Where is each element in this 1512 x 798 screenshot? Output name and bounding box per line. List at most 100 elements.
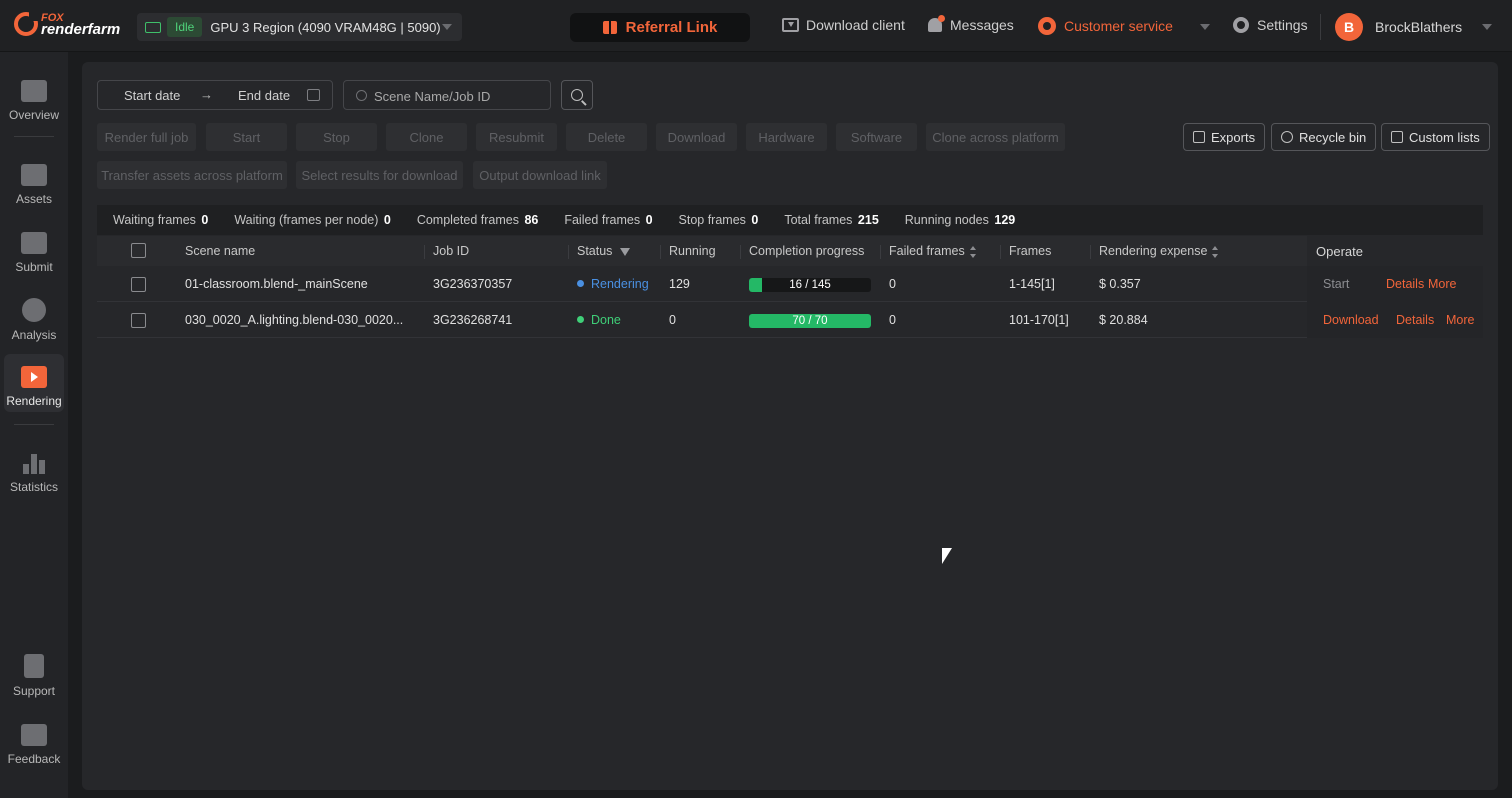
col-failed-frames[interactable]: Failed frames <box>889 244 977 258</box>
start-date[interactable]: Start date <box>124 88 180 103</box>
clone-button[interactable]: Clone <box>386 123 467 151</box>
progress-text: 70 / 70 <box>792 315 828 327</box>
play-icon <box>21 366 47 388</box>
gift-icon <box>602 21 617 34</box>
top-bar: FOX renderfarm Idle GPU 3 Region (4090 V… <box>0 0 1512 52</box>
col-divider <box>660 245 661 259</box>
headset-icon <box>1038 17 1056 35</box>
delete-button[interactable]: Delete <box>566 123 647 151</box>
hardware-button[interactable]: Hardware <box>746 123 827 151</box>
select-results-button[interactable]: Select results for download <box>296 161 463 189</box>
folder-icon <box>21 164 47 186</box>
operate-header: Operate <box>1307 236 1483 266</box>
recycle-bin-button[interactable]: Recycle bin <box>1271 123 1377 151</box>
col-divider <box>424 245 425 259</box>
running-count: 0 <box>669 313 676 327</box>
sidebar-item-support[interactable]: Support <box>4 646 64 702</box>
col-divider <box>1000 245 1001 259</box>
bar-chart-icon <box>21 452 47 474</box>
search-box[interactable] <box>343 80 551 110</box>
col-divider <box>1090 245 1091 259</box>
progress-bar: 16 / 145 <box>749 278 871 292</box>
region-selector[interactable]: Idle GPU 3 Region (4090 VRAM48G | 5090) <box>137 13 462 41</box>
search-input[interactable] <box>374 87 544 105</box>
table-header: Scene name Job ID Status Running Complet… <box>97 236 1483 266</box>
date-range-picker[interactable]: Start date → End date <box>97 80 333 110</box>
calendar-icon <box>307 89 320 101</box>
sidebar-item-statistics[interactable]: Statistics <box>4 442 64 498</box>
settings-link[interactable]: Settings <box>1233 17 1308 33</box>
divider <box>1320 14 1321 40</box>
user-menu-chevron-icon[interactable] <box>1482 24 1492 30</box>
chevron-down-icon <box>442 24 452 30</box>
custom-lists-button[interactable]: Custom lists <box>1381 123 1490 151</box>
settings-label: Settings <box>1257 17 1308 33</box>
exports-button[interactable]: Exports <box>1183 123 1266 151</box>
start-link[interactable]: Start <box>1323 277 1349 291</box>
transfer-assets-button[interactable]: Transfer assets across platform <box>97 161 287 189</box>
sidebar-item-submit[interactable]: Submit <box>4 222 64 278</box>
customer-service-label: Customer service <box>1064 18 1173 34</box>
table-row[interactable]: 030_0020_A.lighting.blend-030_0020... 3G… <box>97 302 1483 338</box>
stat-stop-frames: Stop frames 0 <box>678 213 759 227</box>
referral-link-button[interactable]: Referral Link <box>570 13 750 42</box>
output-download-link-button[interactable]: Output download link <box>473 161 607 189</box>
download-link[interactable]: Download <box>1323 313 1379 327</box>
col-rendering-expense[interactable]: Rendering expense <box>1099 244 1219 258</box>
scene-name[interactable]: 01-classroom.blend-_mainScene <box>185 277 368 291</box>
software-button[interactable]: Software <box>836 123 917 151</box>
end-date[interactable]: End date <box>238 88 290 103</box>
sidebar-item-rendering[interactable]: Rendering <box>4 354 64 412</box>
scene-name[interactable]: 030_0020_A.lighting.blend-030_0020... <box>185 313 403 327</box>
sidebar-item-feedback[interactable]: Feedback <box>4 714 64 770</box>
sidebar-item-label: Analysis <box>11 328 57 342</box>
stat-waiting-frames: Waiting frames 0 <box>113 213 209 227</box>
fox-renderfarm-logo[interactable]: FOX renderfarm <box>14 12 121 38</box>
username[interactable]: BrockBlathers <box>1375 19 1462 35</box>
filter-icon[interactable] <box>620 247 631 256</box>
sidebar-item-assets[interactable]: Assets <box>4 154 64 210</box>
row-checkbox[interactable] <box>131 313 146 328</box>
col-divider <box>740 245 741 259</box>
resubmit-button[interactable]: Resubmit <box>476 123 557 151</box>
sort-icon[interactable] <box>969 245 977 258</box>
select-all-checkbox[interactable] <box>131 243 146 258</box>
more-link[interactable]: More <box>1446 313 1474 327</box>
table-row[interactable]: 01-classroom.blend-_mainScene 3G23637035… <box>97 266 1483 302</box>
sidebar-item-analysis[interactable]: Analysis <box>4 290 64 346</box>
logo-line2: renderfarm <box>41 21 121 38</box>
bell-icon <box>928 15 945 32</box>
col-divider <box>880 245 881 259</box>
customer-service-chevron-icon[interactable] <box>1200 24 1210 30</box>
details-link[interactable]: Details <box>1396 313 1434 327</box>
stop-button[interactable]: Stop <box>296 123 377 151</box>
search-button[interactable] <box>561 80 593 110</box>
job-id: 3G236268741 <box>433 313 513 327</box>
messages-link[interactable]: Messages <box>928 15 1014 33</box>
customer-service-link[interactable]: Customer service <box>1038 17 1173 35</box>
download-client-link[interactable]: Download client <box>782 17 905 33</box>
download-button[interactable]: Download <box>656 123 737 151</box>
status-dot-icon <box>577 280 584 288</box>
messages-label: Messages <box>950 17 1014 33</box>
node-icon <box>145 21 161 33</box>
list-icon <box>1391 131 1403 143</box>
sidebar-item-label: Overview <box>8 108 59 122</box>
clone-across-platform-button[interactable]: Clone across platform <box>926 123 1065 151</box>
sort-icon[interactable] <box>1212 245 1219 258</box>
idle-status-badge: Idle <box>167 17 203 37</box>
sidebar-item-overview[interactable]: Overview <box>4 70 64 126</box>
render-full-job-button[interactable]: Render full job <box>97 123 196 151</box>
failed-frames: 0 <box>889 313 896 327</box>
row-checkbox[interactable] <box>131 277 146 292</box>
job-id: 3G236370357 <box>433 277 513 291</box>
divider <box>14 424 54 425</box>
more-link[interactable]: More <box>1428 277 1456 291</box>
details-link[interactable]: Details <box>1386 277 1424 291</box>
search-icon <box>571 89 583 101</box>
sidebar-item-label: Statistics <box>9 480 58 494</box>
avatar[interactable]: B <box>1335 13 1363 41</box>
status-badge: Done <box>577 313 621 327</box>
start-button[interactable]: Start <box>206 123 287 151</box>
col-status[interactable]: Status <box>577 244 631 258</box>
